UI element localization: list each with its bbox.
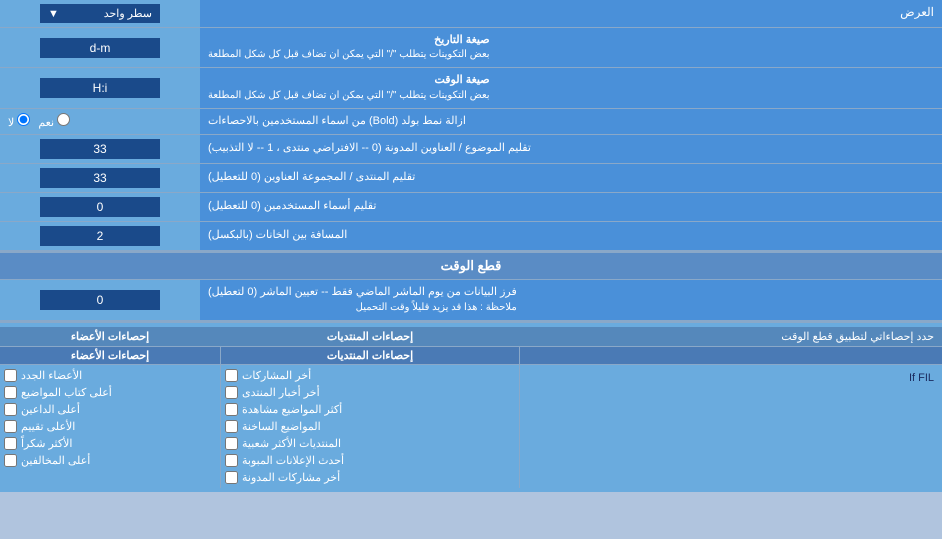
- stats-col3-subheader: إحصاءات الأعضاء: [0, 347, 220, 364]
- stats-checkbox-m1[interactable]: [4, 369, 17, 382]
- stats-checkbox-4[interactable]: [225, 420, 238, 433]
- stats-checkbox-1[interactable]: [225, 369, 238, 382]
- stats-checkbox-6[interactable]: [225, 454, 238, 467]
- bold-label: ازالة نمط بولد (Bold) من اسماء المستخدمي…: [200, 109, 942, 134]
- display-input-cell: سطر واحد ▼: [0, 0, 200, 27]
- column-gap-label: المسافة بين الخانات (بالبكسل): [200, 222, 942, 250]
- stats-checkbox-m5[interactable]: [4, 437, 17, 450]
- stats-item-3: أكثر المواضيع مشاهدة: [225, 401, 515, 418]
- time-format-input[interactable]: [40, 78, 160, 98]
- stats-header: حدد إحصاءاتي لتطبيق قطع الوقت إحصاءات ال…: [0, 327, 942, 347]
- column-gap-input-cell: [0, 222, 200, 250]
- display-label: العرض: [200, 0, 942, 27]
- cutoff-row: فرز البيانات من يوم الماشر الماضي فقط --…: [0, 280, 942, 320]
- forum-order-input[interactable]: [40, 168, 160, 188]
- stats-checkbox-7[interactable]: [225, 471, 238, 484]
- topic-order-input[interactable]: [40, 139, 160, 159]
- stats-item-m6: أعلى المخالفين: [4, 452, 216, 469]
- username-order-input[interactable]: [40, 197, 160, 217]
- stats-item-5: المنتديات الأكثر شعبية: [225, 435, 515, 452]
- stats-item-1: أخر المشاركات: [225, 367, 515, 384]
- stats-col1-if-fil: If FIL: [528, 369, 934, 387]
- username-order-label: تقليم أسماء المستخدمين (0 للتعطيل): [200, 193, 942, 221]
- date-format-input-cell: [0, 28, 200, 67]
- stats-checkbox-m3[interactable]: [4, 403, 17, 416]
- stats-checkbox-2[interactable]: [225, 386, 238, 399]
- date-format-label: صيغة التاريخ بعض التكوينات يتطلب "/" الت…: [200, 28, 942, 67]
- stats-col1: If FIL: [520, 365, 942, 488]
- stats-checkbox-3[interactable]: [225, 403, 238, 416]
- stats-item-2: أخر أخبار المنتدى: [225, 384, 515, 401]
- bold-row: ازالة نمط بولد (Bold) من اسماء المستخدمي…: [0, 109, 942, 135]
- display-dropdown[interactable]: سطر واحد ▼: [40, 4, 160, 23]
- column-gap-row: المسافة بين الخانات (بالبكسل): [0, 222, 942, 251]
- date-format-input[interactable]: [40, 38, 160, 58]
- stats-limit-label: حدد إحصاءاتي لتطبيق قطع الوقت: [520, 327, 942, 346]
- cutoff-section-header: قطع الوقت: [0, 251, 942, 280]
- bold-yes-label: نعم: [38, 113, 70, 129]
- bold-no-label: لا: [8, 113, 30, 129]
- cutoff-label: فرز البيانات من يوم الماشر الماضي فقط --…: [200, 280, 942, 319]
- topic-order-label: تقليم الموضوع / العناوين المدونة (0 -- ا…: [200, 135, 942, 163]
- stats-item-4: المواضيع الساخنة: [225, 418, 515, 435]
- display-row: العرض سطر واحد ▼: [0, 0, 942, 28]
- stats-col3-header: إحصاءات الأعضاء: [0, 327, 220, 346]
- stats-item-m5: الأكثر شكراً: [4, 435, 216, 452]
- stats-col2: أخر المشاركات أخر أخبار المنتدى أكثر الم…: [220, 365, 520, 488]
- stats-checkbox-m2[interactable]: [4, 386, 17, 399]
- stats-item-6: أحدث الإعلانات المبوبة: [225, 452, 515, 469]
- stats-item-m3: أعلى الداعين: [4, 401, 216, 418]
- topic-order-input-cell: [0, 135, 200, 163]
- bold-no-radio[interactable]: [17, 113, 30, 126]
- username-order-input-cell: [0, 193, 200, 221]
- column-gap-input[interactable]: [40, 226, 160, 246]
- stats-checkbox-5[interactable]: [225, 437, 238, 450]
- cutoff-input-cell: [0, 280, 200, 319]
- stats-item-m2: أعلى كتاب المواضيع: [4, 384, 216, 401]
- bold-radio-cell: نعم لا: [0, 109, 200, 134]
- forum-order-row: تقليم المنتدى / المجموعة العناوين (0 للت…: [0, 164, 942, 193]
- forum-order-input-cell: [0, 164, 200, 192]
- stats-col1-spacer: [520, 347, 942, 364]
- main-container: العرض سطر واحد ▼ صيغة التاريخ بعض التكوي…: [0, 0, 942, 492]
- stats-subheader: إحصاءات المنتديات إحصاءات الأعضاء: [0, 347, 942, 365]
- stats-item-m4: الأعلى تقييم: [4, 418, 216, 435]
- stats-body: If FIL أخر المشاركات أخر أخبار المنتدى أ…: [0, 365, 942, 488]
- forum-order-label: تقليم المنتدى / المجموعة العناوين (0 للت…: [200, 164, 942, 192]
- stats-checkbox-m6[interactable]: [4, 454, 17, 467]
- stats-item-7: أخر مشاركات المدونة: [225, 469, 515, 486]
- stats-col2-subheader: إحصاءات المنتديات: [220, 347, 520, 364]
- time-format-label: صيغة الوقت بعض التكوينات يتطلب "/" التي …: [200, 68, 942, 107]
- date-format-row: صيغة التاريخ بعض التكوينات يتطلب "/" الت…: [0, 28, 942, 68]
- chevron-down-icon: ▼: [48, 8, 59, 20]
- topic-order-row: تقليم الموضوع / العناوين المدونة (0 -- ا…: [0, 135, 942, 164]
- bold-yes-radio[interactable]: [57, 113, 70, 126]
- cutoff-input[interactable]: [40, 290, 160, 310]
- stats-col2-header: إحصاءات المنتديات: [220, 327, 520, 346]
- stats-checkbox-m4[interactable]: [4, 420, 17, 433]
- stats-item-m1: الأعضاء الجدد: [4, 367, 216, 384]
- time-format-row: صيغة الوقت بعض التكوينات يتطلب "/" التي …: [0, 68, 942, 108]
- time-format-input-cell: [0, 68, 200, 107]
- username-order-row: تقليم أسماء المستخدمين (0 للتعطيل): [0, 193, 942, 222]
- stats-col3: الأعضاء الجدد أعلى كتاب المواضيع أعلى ال…: [0, 365, 220, 488]
- stats-container: حدد إحصاءاتي لتطبيق قطع الوقت إحصاءات ال…: [0, 321, 942, 492]
